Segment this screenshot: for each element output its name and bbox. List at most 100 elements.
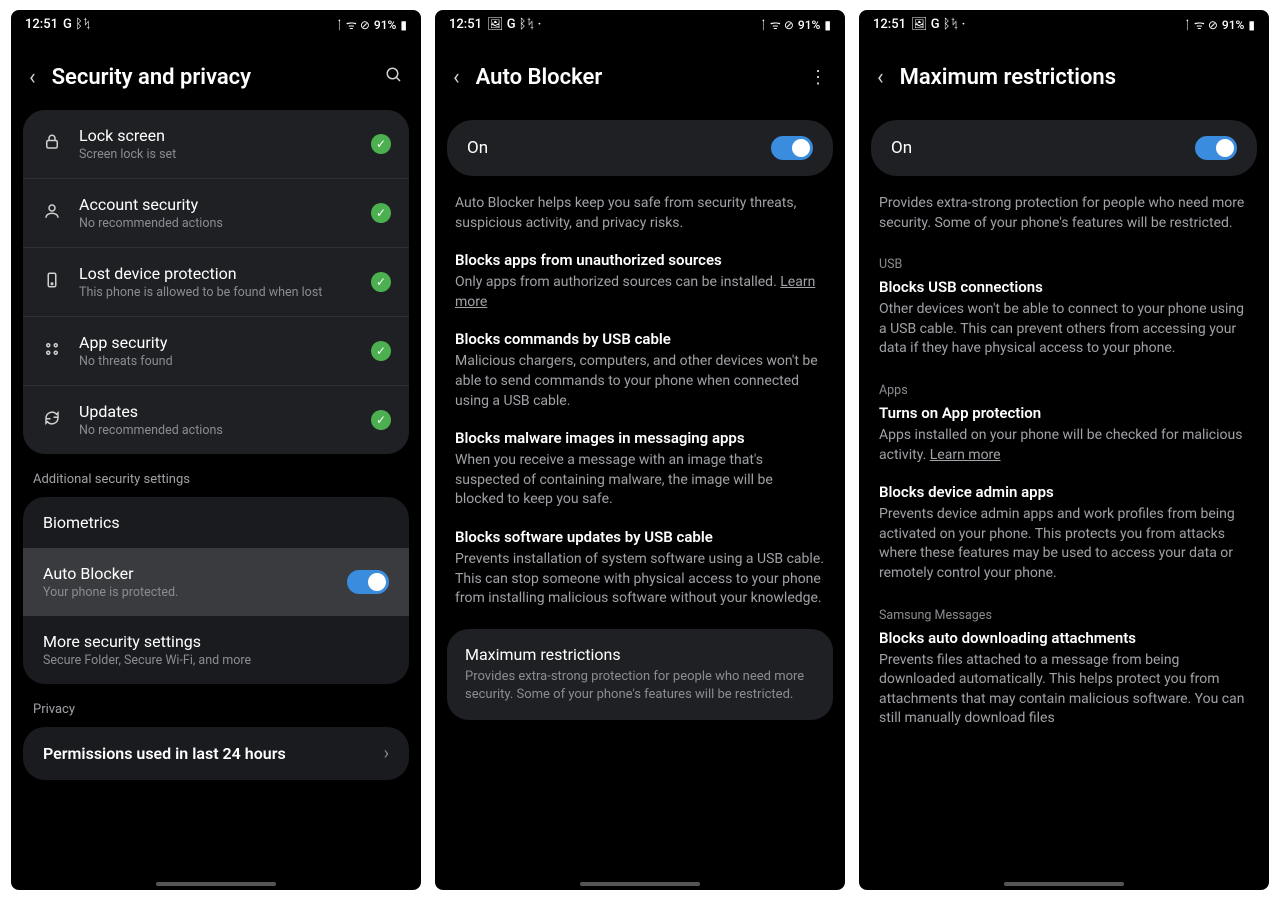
status-bar: 12:51 G ᛒᛪ ᛙ ᯤ ⊘ 91% ▮ xyxy=(11,10,421,37)
feature-body: Prevents installation of system software… xyxy=(455,550,825,609)
updates-icon xyxy=(41,409,63,432)
back-icon[interactable]: ‹ xyxy=(877,65,884,90)
search-icon[interactable] xyxy=(385,66,403,89)
section-apps: Apps xyxy=(859,375,1269,402)
status-right-icons: ᛙ ᯤ ⊘ xyxy=(336,16,370,33)
auto-blocker-master-toggle[interactable] xyxy=(771,136,813,160)
row-sub: Screen lock is set xyxy=(79,147,355,162)
privacy-card: Permissions used in last 24 hours › xyxy=(23,727,409,780)
header: ‹ Security and privacy xyxy=(11,37,421,110)
chevron-right-icon: › xyxy=(384,743,389,764)
row-title: Biometrics xyxy=(43,513,389,532)
feature-title: Blocks device admin apps xyxy=(879,483,1249,501)
section-additional: Additional security settings xyxy=(11,468,421,497)
feature-body: When you receive a message with an image… xyxy=(455,451,825,510)
status-right-icons: ᛙ ᯤ ⊘ xyxy=(760,16,794,33)
phone-locate-icon xyxy=(41,271,63,294)
row-sub: Your phone is protected. xyxy=(43,585,335,600)
row-title: Auto Blocker xyxy=(43,564,335,583)
page-title: Security and privacy xyxy=(52,65,369,90)
row-lock-screen[interactable]: Lock screen Screen lock is set ✓ xyxy=(23,110,409,179)
feature-title: Blocks commands by USB cable xyxy=(455,330,825,348)
feature-body: Apps installed on your phone will be che… xyxy=(879,426,1249,465)
auto-blocker-toggle[interactable] xyxy=(347,570,389,594)
feature-unauthorized-sources: Blocks apps from unauthorized sources On… xyxy=(435,249,845,328)
row-title: More security settings xyxy=(43,632,389,651)
feature-body: Other devices won't be able to connect t… xyxy=(879,300,1249,359)
battery-icon: ▮ xyxy=(824,18,831,32)
row-lost-device[interactable]: Lost device protection This phone is all… xyxy=(23,248,409,317)
section-privacy: Privacy xyxy=(11,698,421,727)
row-permissions[interactable]: Permissions used in last 24 hours › xyxy=(23,727,409,780)
toggle-label: On xyxy=(891,138,1195,158)
intro-text: Provides extra-strong protection for peo… xyxy=(859,190,1269,249)
row-more-security[interactable]: More security settings Secure Folder, Se… xyxy=(23,616,409,684)
feature-device-admin: Blocks device admin apps Prevents device… xyxy=(859,481,1269,599)
screen-auto-blocker: 12:51 🖼 G ᛒᛪ · ᛙ ᯤ ⊘ 91% ▮ ‹ Auto Blocke… xyxy=(435,10,845,890)
max-restrictions-toggle[interactable] xyxy=(1195,136,1237,160)
row-title: Account security xyxy=(79,195,355,214)
status-bar: 12:51 🖼 G ᛒᛪ · ᛙ ᯤ ⊘ 91% ▮ xyxy=(859,10,1269,37)
feature-title: Blocks software updates by USB cable xyxy=(455,528,825,546)
row-title: Lock screen xyxy=(79,126,355,145)
back-icon[interactable]: ‹ xyxy=(29,65,36,90)
check-icon: ✓ xyxy=(371,272,391,292)
check-icon: ✓ xyxy=(371,134,391,154)
feature-title: Blocks malware images in messaging apps xyxy=(455,429,825,447)
row-app-security[interactable]: App security No threats found ✓ xyxy=(23,317,409,386)
apps-icon xyxy=(41,340,63,363)
row-title: Lost device protection xyxy=(79,264,355,283)
row-sub: No threats found xyxy=(79,354,355,369)
lock-icon xyxy=(41,133,63,156)
feature-app-protection: Turns on App protection Apps installed o… xyxy=(859,402,1269,481)
feature-auto-download: Blocks auto downloading attachments Prev… xyxy=(859,627,1269,745)
status-time: 12:51 xyxy=(873,17,906,32)
row-auto-blocker[interactable]: Auto Blocker Your phone is protected. xyxy=(23,548,409,616)
row-sub: Secure Folder, Secure Wi-Fi, and more xyxy=(43,653,389,668)
battery-icon: ▮ xyxy=(400,18,407,32)
row-updates[interactable]: Updates No recommended actions ✓ xyxy=(23,386,409,454)
row-desc: Provides extra-strong protection for peo… xyxy=(465,668,815,704)
feature-malware-images: Blocks malware images in messaging apps … xyxy=(435,427,845,526)
nav-indicator xyxy=(859,876,1269,890)
additional-settings-card: Biometrics Auto Blocker Your phone is pr… xyxy=(23,497,409,684)
row-title: App security xyxy=(79,333,355,352)
status-left-icons: 🖼 G ᛒᛪ · xyxy=(487,17,541,32)
row-title: Permissions used in last 24 hours xyxy=(43,744,372,763)
row-maximum-restrictions[interactable]: Maximum restrictions Provides extra-stro… xyxy=(447,629,833,720)
account-icon xyxy=(41,202,63,225)
section-samsung-messages: Samsung Messages xyxy=(859,600,1269,627)
row-title: Updates xyxy=(79,402,355,421)
feature-title: Blocks USB connections xyxy=(879,278,1249,296)
row-sub: No recommended actions xyxy=(79,216,355,231)
header: ‹ Maximum restrictions xyxy=(859,37,1269,110)
status-battery: 91% xyxy=(1222,18,1244,32)
nav-indicator xyxy=(11,876,421,890)
feature-title: Turns on App protection xyxy=(879,404,1249,422)
status-left-icons: G ᛒᛪ xyxy=(63,17,91,32)
page-title: Auto Blocker xyxy=(476,65,793,90)
check-icon: ✓ xyxy=(371,410,391,430)
row-title: Maximum restrictions xyxy=(465,645,815,664)
security-status-card: Lock screen Screen lock is set ✓ Account… xyxy=(23,110,409,454)
screen-security-privacy: 12:51 G ᛒᛪ ᛙ ᯤ ⊘ 91% ▮ ‹ Security and pr… xyxy=(11,10,421,890)
feature-usb-commands: Blocks commands by USB cable Malicious c… xyxy=(435,328,845,427)
header: ‹ Auto Blocker ⋮ xyxy=(435,37,845,110)
battery-icon: ▮ xyxy=(1248,18,1255,32)
more-icon[interactable]: ⋮ xyxy=(809,67,827,88)
intro-text: Auto Blocker helps keep you safe from se… xyxy=(435,190,845,249)
status-battery: 91% xyxy=(798,18,820,32)
row-sub: This phone is allowed to be found when l… xyxy=(79,285,355,300)
status-left-icons: 🖼 G ᛒᛪ · xyxy=(911,17,965,32)
status-time: 12:51 xyxy=(25,17,58,32)
back-icon[interactable]: ‹ xyxy=(453,65,460,90)
feature-body: Prevents files attached to a message fro… xyxy=(879,651,1249,729)
status-battery: 91% xyxy=(374,18,396,32)
feature-usb-updates: Blocks software updates by USB cable Pre… xyxy=(435,526,845,625)
row-account-security[interactable]: Account security No recommended actions … xyxy=(23,179,409,248)
row-biometrics[interactable]: Biometrics xyxy=(23,497,409,548)
section-usb: USB xyxy=(859,249,1269,276)
learn-more-link[interactable]: Learn more xyxy=(930,447,1001,463)
check-icon: ✓ xyxy=(371,203,391,223)
status-time: 12:51 xyxy=(449,17,482,32)
